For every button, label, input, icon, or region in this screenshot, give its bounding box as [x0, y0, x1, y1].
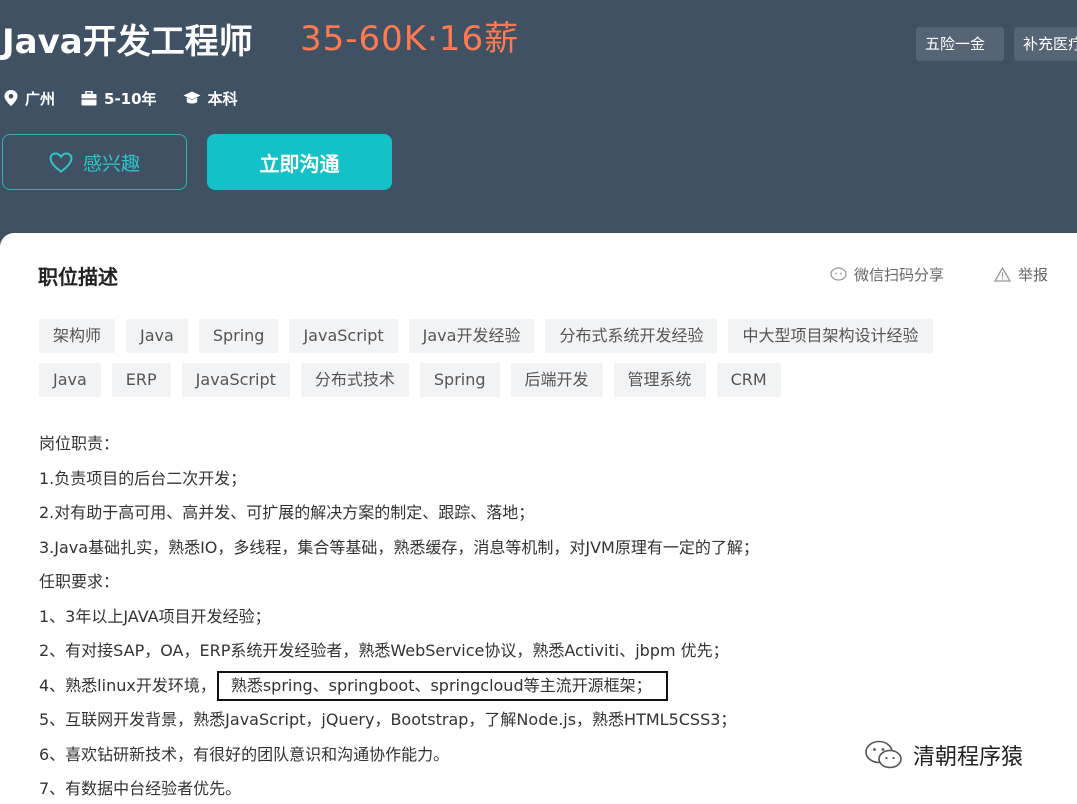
wechat-icon	[865, 740, 902, 769]
education-text: 本科	[207, 89, 238, 108]
description-line: 3.Java基础扎实，熟悉IO，多线程，集合等基础，熟悉缓存，消息等机制，对JV…	[39, 537, 759, 557]
skill-tag[interactable]: 管理系统	[613, 363, 706, 397]
heart-icon	[49, 151, 73, 173]
description-line-start: 4、熟悉linux开发环境，	[39, 675, 216, 695]
skill-tag[interactable]: 分布式系统开发经验	[545, 319, 718, 353]
description-line: 任职要求：	[39, 572, 120, 591]
skill-tag[interactable]: CRM	[716, 363, 781, 397]
briefcase-icon	[81, 90, 97, 105]
skill-tag[interactable]: 中大型项目架构设计经验	[728, 319, 933, 353]
skill-tag[interactable]: 架构师	[39, 319, 116, 353]
skill-tag[interactable]: JavaScript	[181, 363, 290, 397]
job-meta: 广州 5-10年 本科	[4, 86, 264, 110]
interest-button[interactable]: 感兴趣	[2, 134, 187, 190]
watermark-text: 清朝程序猿	[913, 745, 1024, 770]
salary: 35-60K·16薪	[300, 19, 520, 59]
description-line: 2.对有助于高可用、高并发、可扩展的解决方案的制定、跟踪、落地；	[39, 503, 535, 522]
benefit-tag: 补充医疗	[1014, 27, 1077, 61]
experience-text: 5-10年	[104, 89, 157, 108]
wechat-share-label: 微信扫码分享	[854, 266, 945, 284]
location-pin-icon	[4, 90, 18, 106]
skill-tag[interactable]: Java	[126, 319, 188, 353]
job-header: Java开发工程师 35-60K·16薪 五险一金 补充医疗 广州 5-10年 …	[0, 0, 1077, 214]
skill-tag[interactable]: 后端开发	[510, 363, 603, 397]
job-description-card: 职位描述 微信扫码分享 举报 架构师 Java Spring JavaScrip…	[0, 233, 1077, 804]
education-meta: 本科	[183, 88, 238, 109]
description-line: 5、互联网开发背景，熟悉JavaScript，jQuery，Bootstrap，…	[39, 710, 737, 729]
description-line: 1、3年以上JAVA项目开发经验；	[39, 606, 271, 626]
description-line: 岗位职责：	[39, 434, 120, 453]
wechat-share-button[interactable]: 微信扫码分享	[830, 264, 944, 285]
skill-tag[interactable]: Java开发经验	[408, 319, 535, 353]
skill-tag[interactable]: Java	[39, 363, 101, 397]
description-line: 7、有数据中台经验者优先。	[39, 779, 242, 798]
watermark: 清朝程序猿	[864, 739, 1023, 771]
report-label: 举报	[1018, 266, 1049, 284]
skill-tag[interactable]: JavaScript	[289, 319, 398, 353]
chat-now-button[interactable]: 立即沟通	[207, 134, 392, 190]
job-title: Java开发工程师	[2, 22, 253, 62]
section-title: 职位描述	[38, 265, 118, 289]
benefit-tag: 五险一金	[916, 27, 1004, 61]
location-text: 广州	[25, 89, 56, 108]
experience-meta: 5-10年	[81, 88, 157, 109]
description-line: 2、有对接SAP，OA，ERP系统开发经验者，熟悉WebService协议，熟悉…	[39, 641, 729, 660]
skill-tag[interactable]: 分布式技术	[300, 363, 409, 397]
report-button[interactable]: 举报	[994, 264, 1048, 285]
description-line: 4、熟悉linux开发环境， 熟悉spring、springboot、spring…	[39, 669, 1059, 704]
description-line: 1.负责项目的后台二次开发；	[39, 468, 247, 488]
skill-tag[interactable]: Spring	[198, 319, 279, 353]
skill-tags-row: 架构师 Java Spring JavaScript Java开发经验 分布式系…	[39, 319, 1039, 353]
interest-button-label: 感兴趣	[82, 152, 140, 175]
skill-tag[interactable]: ERP	[111, 363, 171, 397]
highlighted-requirement: 熟悉spring、springboot、springcloud等主流开源框架；	[216, 670, 668, 701]
skill-tags-row: Java ERP JavaScript 分布式技术 Spring 后端开发 管理…	[39, 363, 1039, 397]
graduation-cap-icon	[183, 91, 201, 103]
wechat-icon	[830, 267, 847, 281]
location-meta: 广州	[4, 88, 55, 109]
warning-icon	[994, 267, 1011, 282]
skill-tag[interactable]: Spring	[419, 363, 500, 397]
